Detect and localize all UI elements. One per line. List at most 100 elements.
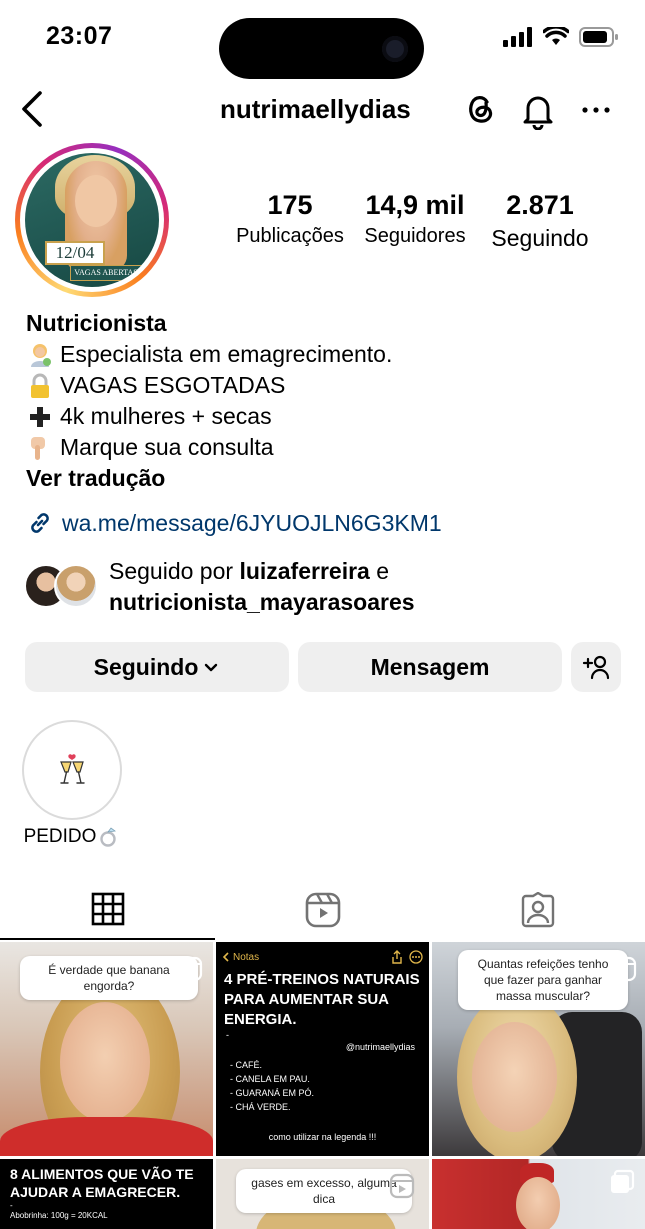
post-question-text: Quantas refeições tenho que fazer para g… <box>477 957 609 1003</box>
chevron-left-icon <box>222 952 229 962</box>
posts-grid: É verdade que banana engorda? Notas 4 PR… <box>0 942 645 1229</box>
bio-category: Nutricionista <box>26 310 167 336</box>
lock-icon <box>26 373 54 399</box>
share-icon <box>392 950 402 964</box>
plus-icon <box>26 404 54 430</box>
notes-footer: como utilizar na legenda !!! <box>268 1132 377 1142</box>
post-thumbnail[interactable]: Quantas refeições tenho que fazer para g… <box>432 942 645 1156</box>
post-subtitle: Abobrinha: 100g = 20KCAL <box>10 1211 108 1220</box>
avatar-date-tag: 12/04 <box>45 241 105 265</box>
status-bar: 23:07 <box>0 0 645 79</box>
post-photo-shirt <box>0 1117 213 1156</box>
champagne-glasses-icon <box>60 754 85 784</box>
avatar-border: 12/04 VAGAS ABERTAS <box>20 148 164 292</box>
highlight-label-text: PEDIDO <box>23 826 97 847</box>
notes-list-item: - GUARANÁ EM PÓ. <box>230 1088 315 1098</box>
chevron-left-icon <box>22 91 42 127</box>
mutual-user-1: luizaferreira <box>239 558 370 584</box>
profile-link[interactable]: wa.me/message/6JYUOJLN6G3KM1 <box>26 509 442 537</box>
highlight-cover <box>22 720 122 820</box>
reel-icon <box>611 956 637 982</box>
camera-icon <box>382 36 408 62</box>
notes-dash: - <box>226 1030 229 1040</box>
tagged-person-icon <box>521 892 554 928</box>
profile-header: nutrimaellydias <box>0 84 645 134</box>
following-button[interactable]: Seguindo <box>25 642 289 692</box>
notes-handle: @nutrimaellydias <box>345 1042 415 1052</box>
bio-line-text: 4k mulheres + secas <box>60 403 272 429</box>
see-translation-link[interactable]: Ver tradução <box>26 463 626 494</box>
stat-following[interactable]: 2.871 Seguindo <box>480 190 600 252</box>
back-button[interactable] <box>18 90 48 128</box>
multi-post-icon <box>611 1169 635 1193</box>
profile-avatar[interactable]: 12/04 VAGAS ABERTAS <box>15 143 169 297</box>
reel-icon <box>177 956 203 982</box>
avatar-image: 12/04 VAGAS ABERTAS <box>25 153 159 287</box>
profile-username: nutrimaellydias <box>220 94 411 124</box>
bell-icon <box>523 96 553 131</box>
following-count: 2.871 <box>506 190 574 220</box>
suggested-users-button[interactable] <box>571 642 621 692</box>
tab-posts-grid[interactable] <box>0 880 215 940</box>
profile-link-text: wa.me/message/6JYUOJLN6G3KM1 <box>62 509 442 536</box>
followed-by-prefix: Seguido por <box>109 558 234 584</box>
notes-list-item: - CANELA EM PAU. <box>230 1074 310 1084</box>
notifications-button[interactable] <box>519 90 557 131</box>
post-question-sticker: Quantas refeições tenho que fazer para g… <box>458 950 628 1010</box>
pointing-down-icon <box>26 435 54 461</box>
battery-icon <box>579 27 618 47</box>
post-title: 8 ALIMENTOS QUE VÃO TE AJUDAR A EMAGRECE… <box>10 1166 194 1200</box>
following-label: Seguindo <box>491 225 589 251</box>
mutual-avatars <box>24 564 99 608</box>
post-photo-face <box>516 1177 560 1229</box>
post-question-sticker: gases em excesso, alguma dica <box>236 1169 412 1213</box>
posts-count: 175 <box>267 190 313 220</box>
signal-icon <box>503 27 532 47</box>
bio-line: 4k mulheres + secas <box>26 401 626 432</box>
threads-button[interactable] <box>462 89 498 129</box>
avatar-caption-tag: VAGAS ABERTAS <box>70 265 142 281</box>
post-photo-face <box>472 1022 557 1132</box>
followed-by-conjunction: e <box>376 558 390 584</box>
avatar-face <box>75 175 117 227</box>
avatar <box>54 564 98 608</box>
post-thumbnail[interactable]: gases em excesso, alguma dica <box>216 1159 429 1229</box>
add-person-icon <box>582 655 610 680</box>
post-thumbnail[interactable]: Notas 4 PRÉ-TREINOS NATURAIS PARA AUMENT… <box>216 942 429 1156</box>
highlight-cover-inner <box>28 726 116 814</box>
ring-icon <box>100 827 117 847</box>
profile-tabs <box>0 880 645 940</box>
bio-line: Marque sua consulta <box>26 432 626 463</box>
dynamic-island <box>219 18 424 79</box>
mutual-user-2: nutricionista_mayarasoares <box>109 589 415 615</box>
post-question-sticker: É verdade que banana engorda? <box>20 956 198 1000</box>
post-thumbnail[interactable] <box>432 1159 645 1229</box>
more-circle-icon <box>409 950 423 964</box>
post-thumbnail[interactable]: 8 ALIMENTOS QUE VÃO TE AJUDAR A EMAGRECE… <box>0 1159 213 1229</box>
tab-tagged[interactable] <box>430 880 645 940</box>
link-icon <box>31 513 49 533</box>
story-highlight[interactable]: PEDIDO <box>22 720 122 848</box>
more-horizontal-icon <box>582 107 610 113</box>
notes-list-item: - CHÁ VERDE. <box>230 1102 291 1112</box>
status-icons <box>503 26 619 48</box>
reels-icon <box>305 892 340 928</box>
more-options-button[interactable] <box>579 90 613 130</box>
bio-line: Especialista em emagrecimento. <box>26 339 626 370</box>
stat-followers[interactable]: 14,9 mil Seguidores <box>355 190 475 248</box>
post-thumbnail[interactable]: É verdade que banana engorda? <box>0 942 213 1156</box>
reel-icon <box>389 1173 415 1199</box>
post-question-text: gases em excesso, alguma dica <box>251 1176 397 1206</box>
notes-list: - CAFÉ. - CANELA EM PAU. - GUARANÁ EM PÓ… <box>230 1058 314 1114</box>
followed-by-text: Seguido por luizaferreira e nutricionist… <box>109 556 415 618</box>
stat-posts[interactable]: 175 Publicações <box>230 190 350 248</box>
following-button-label: Seguindo <box>93 653 199 680</box>
post-dash: - <box>10 1201 13 1210</box>
status-time: 23:07 <box>46 22 113 50</box>
tab-reels[interactable] <box>215 880 430 940</box>
followed-by[interactable]: Seguido por luizaferreira e nutricionist… <box>24 556 624 618</box>
message-button[interactable]: Mensagem <box>298 642 562 692</box>
notes-list-item: - CAFÉ. <box>230 1060 263 1070</box>
bio-line-text: VAGAS ESGOTADAS <box>60 372 286 398</box>
threads-icon <box>469 96 493 123</box>
